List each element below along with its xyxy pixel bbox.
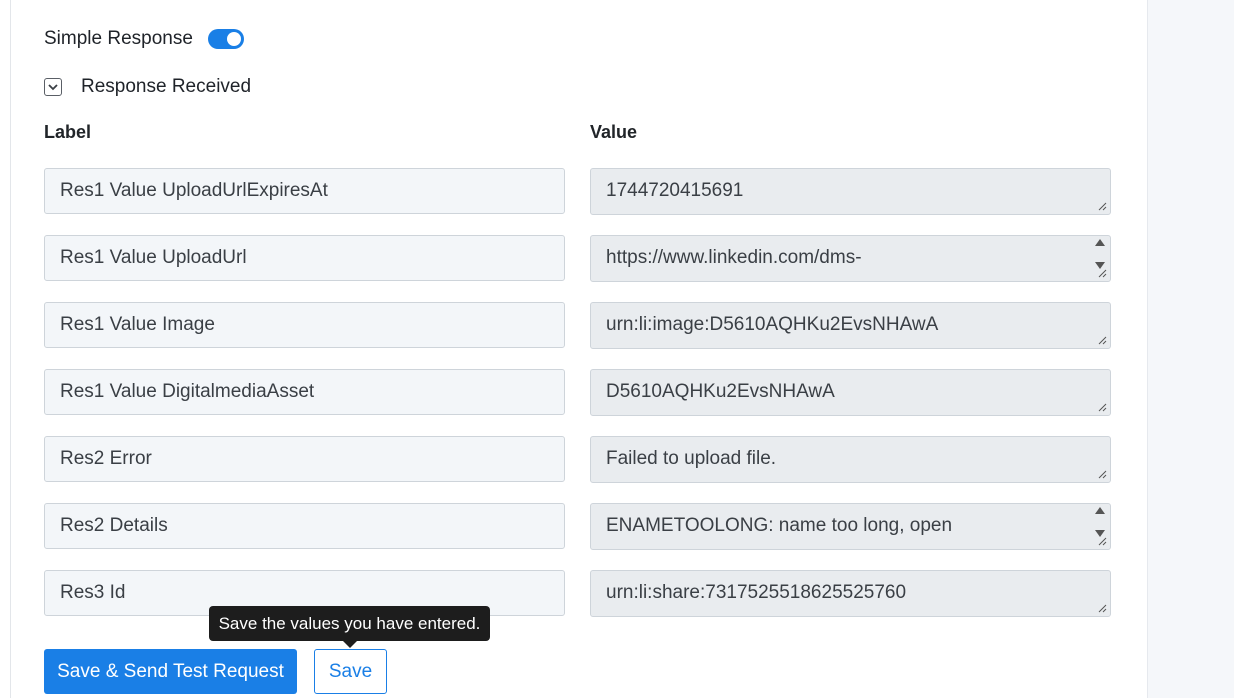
label-field[interactable]: Res2 Details xyxy=(44,503,565,549)
value-text: D5610AQHKu2EvsNHAwA xyxy=(606,381,835,402)
value-text: https://www.linkedin.com/dms- xyxy=(606,247,862,268)
simple-response-toggle[interactable] xyxy=(207,29,244,49)
resize-grip-icon[interactable] xyxy=(1098,202,1107,211)
chevron-down-icon[interactable] xyxy=(44,78,62,96)
value-field[interactable]: urn:li:image:D5610AQHKu2EvsNHAwA xyxy=(590,302,1111,349)
save-and-send-test-request-button[interactable]: Save & Send Test Request xyxy=(44,649,297,694)
value-text: 1744720415691 xyxy=(606,180,744,201)
resize-grip-icon[interactable] xyxy=(1098,604,1107,613)
response-received-row: Response Received xyxy=(44,76,251,98)
value-text: ENAMETOOLONG: name too long, open xyxy=(606,515,953,536)
value-text: Failed to upload file. xyxy=(606,448,777,469)
value-field[interactable]: Failed to upload file. xyxy=(590,436,1111,483)
value-text: urn:li:share:7317525518625525760 xyxy=(606,582,907,603)
label-field[interactable]: Res1 Value DigitalmediaAsset xyxy=(44,369,565,415)
toggle-knob xyxy=(226,32,241,46)
value-field[interactable]: https://www.linkedin.com/dms- xyxy=(590,235,1111,282)
value-field[interactable]: urn:li:share:7317525518625525760 xyxy=(590,570,1111,617)
resize-grip-icon[interactable] xyxy=(1098,470,1107,479)
value-field[interactable]: 1744720415691 xyxy=(590,168,1111,215)
scrollbar[interactable] xyxy=(1093,238,1107,270)
label-field[interactable]: Res1 Value UploadUrlExpiresAt xyxy=(44,168,565,214)
panel-divider xyxy=(10,0,11,698)
simple-response-row: Simple Response xyxy=(44,28,244,50)
resize-grip-icon[interactable] xyxy=(1098,336,1107,345)
scrollbar[interactable] xyxy=(1093,506,1107,538)
value-field[interactable]: D5610AQHKu2EvsNHAwA xyxy=(590,369,1111,416)
tooltip-arrow xyxy=(343,641,357,648)
response-received-label: Response Received xyxy=(81,76,252,97)
scroll-up-icon[interactable] xyxy=(1094,238,1106,247)
label-column-header: Label xyxy=(44,122,92,142)
label-field[interactable]: Res1 Value UploadUrl xyxy=(44,235,565,281)
value-column-header: Value xyxy=(590,122,638,142)
value-text: urn:li:image:D5610AQHKu2EvsNHAwA xyxy=(606,314,939,335)
save-button[interactable]: Save xyxy=(314,649,387,694)
resize-grip-icon[interactable] xyxy=(1098,537,1107,546)
save-tooltip: Save the values you have entered. xyxy=(209,606,490,641)
resize-grip-icon[interactable] xyxy=(1098,403,1107,412)
resize-grip-icon[interactable] xyxy=(1098,269,1107,278)
value-field[interactable]: ENAMETOOLONG: name too long, open xyxy=(590,503,1111,550)
label-field[interactable]: Res2 Error xyxy=(44,436,565,482)
simple-response-label: Simple Response xyxy=(44,28,193,49)
scroll-up-icon[interactable] xyxy=(1094,506,1106,515)
label-field[interactable]: Res1 Value Image xyxy=(44,302,565,348)
